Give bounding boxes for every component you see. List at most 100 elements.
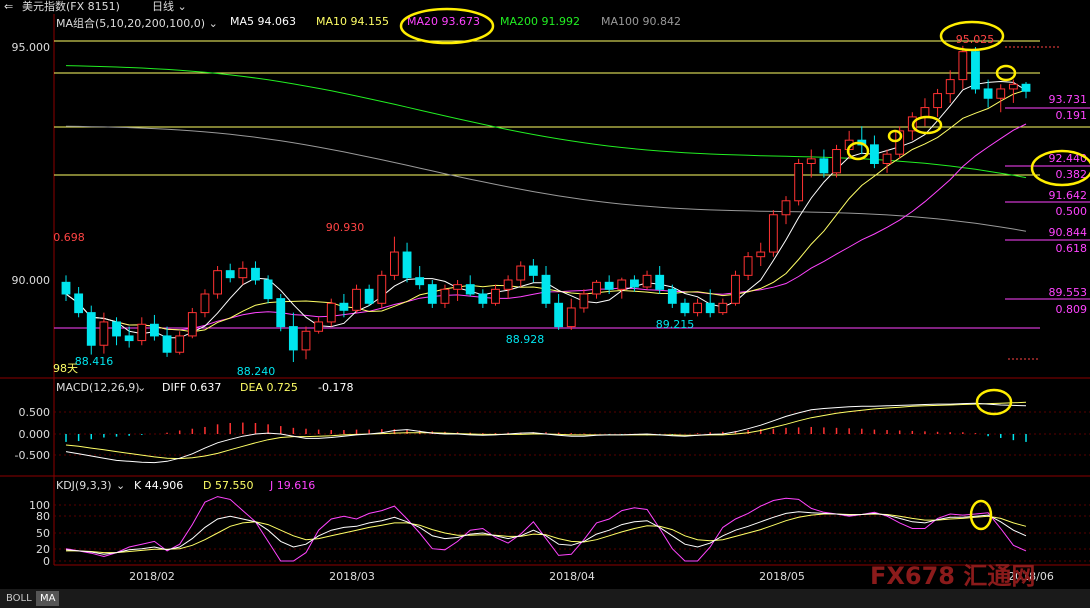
candle xyxy=(920,98,930,127)
candle xyxy=(1008,79,1018,103)
candle-body xyxy=(1008,83,1018,90)
price-label: 88.928 xyxy=(506,333,545,346)
candle xyxy=(566,298,576,330)
candle-body xyxy=(465,284,475,295)
candle-body xyxy=(945,79,955,95)
candle xyxy=(933,88,942,117)
price-label: 89.215 xyxy=(656,318,695,331)
candle-body xyxy=(971,51,980,90)
candle-body xyxy=(806,158,816,164)
candle-body xyxy=(364,288,374,304)
candle xyxy=(554,293,564,330)
x-axis-label: 2018/03 xyxy=(329,570,375,583)
candle-body xyxy=(642,274,652,288)
candle xyxy=(819,149,829,178)
candle-body xyxy=(781,200,791,216)
macd-dea-line xyxy=(65,401,1027,460)
candle xyxy=(781,196,791,225)
fib-ratio: 0.382 xyxy=(1056,168,1088,181)
fib-level: 90.844 0.618 xyxy=(1005,226,1090,255)
price-label: 0.698 xyxy=(53,231,85,244)
candle xyxy=(213,266,222,299)
candle-body xyxy=(377,274,387,304)
candle xyxy=(971,47,980,94)
candle xyxy=(882,149,892,173)
candle xyxy=(225,263,235,283)
kdj-axis-label: 0 xyxy=(43,555,50,568)
candle xyxy=(377,270,387,308)
candle-body xyxy=(983,88,993,99)
candle xyxy=(528,259,538,283)
candle-body xyxy=(756,251,766,258)
candle xyxy=(86,305,96,355)
candle-body xyxy=(794,163,804,202)
candle-body xyxy=(453,284,462,290)
candle xyxy=(1021,81,1031,99)
candle-body xyxy=(251,267,260,281)
candle-body xyxy=(933,93,942,109)
candle xyxy=(655,266,665,294)
candle-body xyxy=(579,293,589,309)
candle xyxy=(958,45,968,89)
candle xyxy=(251,261,260,285)
candle-body xyxy=(731,274,740,304)
candle xyxy=(996,84,1006,113)
macd-axis-label: -0.500 xyxy=(15,449,50,462)
candle xyxy=(945,70,955,103)
candle xyxy=(743,252,753,280)
candle-body xyxy=(705,302,715,314)
candle-body xyxy=(832,149,841,174)
fib-price: 89.553 xyxy=(1049,286,1088,299)
candle xyxy=(642,270,652,290)
highlight-circle xyxy=(846,141,870,161)
candle xyxy=(150,314,159,341)
candle-body xyxy=(592,281,601,295)
candle xyxy=(238,261,248,285)
candle-body xyxy=(693,302,702,314)
candle-body xyxy=(263,279,273,300)
fib-level: 89.553 0.809 xyxy=(1005,286,1090,316)
candle-body xyxy=(554,302,564,328)
candle-body xyxy=(326,302,336,323)
candle xyxy=(352,284,361,313)
kdj-axis-label: 50 xyxy=(36,527,50,540)
candle-body xyxy=(667,288,677,304)
tab-boll[interactable]: BOLL xyxy=(2,591,36,606)
candle-body xyxy=(276,298,286,328)
price-chart[interactable]: 95.000 90.000 0.500 0.000 -0.500 100 80 … xyxy=(0,0,1090,589)
candle xyxy=(516,261,526,287)
candle-body xyxy=(200,293,210,314)
candle-body xyxy=(86,312,96,346)
kdj-axis-label: 80 xyxy=(36,510,50,523)
candle-body xyxy=(74,293,84,314)
ma-line-ma100 xyxy=(65,125,1027,232)
fib-price: 90.844 xyxy=(1049,226,1088,239)
fib-ratio: 0.191 xyxy=(1056,109,1088,122)
candle xyxy=(162,326,172,357)
candle xyxy=(693,298,702,317)
candle-body xyxy=(61,281,71,295)
candle xyxy=(402,242,412,283)
tab-ma[interactable]: MA xyxy=(36,591,60,606)
highlight-circle xyxy=(975,388,1013,416)
candle-body xyxy=(516,265,526,281)
candle xyxy=(112,317,121,346)
candle xyxy=(364,284,374,306)
candle xyxy=(200,289,210,318)
candle xyxy=(390,236,399,280)
candle-body xyxy=(768,214,778,253)
candle xyxy=(175,331,185,355)
fib-ratio: 0.618 xyxy=(1056,242,1088,255)
macd-axis-label: 0.500 xyxy=(19,406,51,419)
candle xyxy=(263,275,273,304)
candle-body xyxy=(528,265,538,276)
candle-body xyxy=(819,158,829,174)
candle xyxy=(415,266,425,290)
bottom-toolbar: BOLL MA xyxy=(0,589,1090,608)
candle xyxy=(857,126,867,155)
candle xyxy=(592,280,601,299)
ma-line-ma200 xyxy=(65,65,1027,179)
candle xyxy=(541,266,551,308)
candle-body xyxy=(187,312,197,337)
candle-body xyxy=(440,288,450,304)
